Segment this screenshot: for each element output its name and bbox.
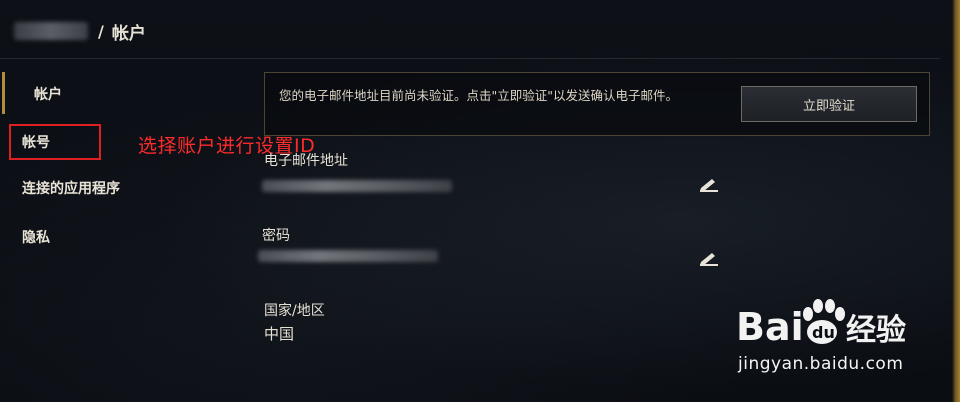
svg-text:du: du: [812, 323, 835, 342]
active-nav-indicator: [2, 72, 5, 114]
edit-password-pencil-icon[interactable]: [698, 250, 720, 266]
sidebar-item-privacy[interactable]: 隐私: [22, 227, 50, 247]
sidebar-item-account[interactable]: 帐户: [34, 84, 62, 104]
annotation-highlight-box: [9, 124, 101, 160]
page-title: 帐户: [111, 23, 146, 44]
svg-text:经验: 经验: [846, 313, 906, 348]
verification-notice-text: 您的电子邮件地址目前尚未验证。点击"立即验证"以发送确认电子邮件。: [279, 88, 679, 103]
blurred-password-value: [258, 250, 438, 262]
sidebar-item-connected-apps[interactable]: 连接的应用程序: [22, 178, 120, 198]
country-region-label: 国家/地区: [264, 303, 325, 319]
header-divider: [0, 58, 940, 59]
breadcrumb: / 帐户: [14, 14, 146, 48]
gold-edge-border: [952, 0, 960, 402]
baidu-logo: Bai du 经验: [736, 299, 906, 349]
watermark-url: jingyan.baidu.com: [738, 354, 904, 374]
blurred-email-value: [262, 180, 452, 192]
country-region-value: 中国: [264, 325, 295, 343]
breadcrumb-separator: /: [98, 21, 104, 41]
baidu-jingyan-watermark: Bai du 经验 jingyan.baidu.com: [736, 294, 936, 384]
password-label: 密码: [262, 228, 290, 244]
verify-now-button[interactable]: 立即验证: [741, 86, 917, 122]
verification-notice: 您的电子邮件地址目前尚未验证。点击"立即验证"以发送确认电子邮件。 立即验证: [264, 72, 930, 136]
svg-text:Bai: Bai: [736, 305, 804, 349]
blurred-username: [14, 22, 88, 40]
email-label: 电子邮件地址: [264, 153, 348, 169]
edit-email-pencil-icon[interactable]: [698, 176, 720, 192]
